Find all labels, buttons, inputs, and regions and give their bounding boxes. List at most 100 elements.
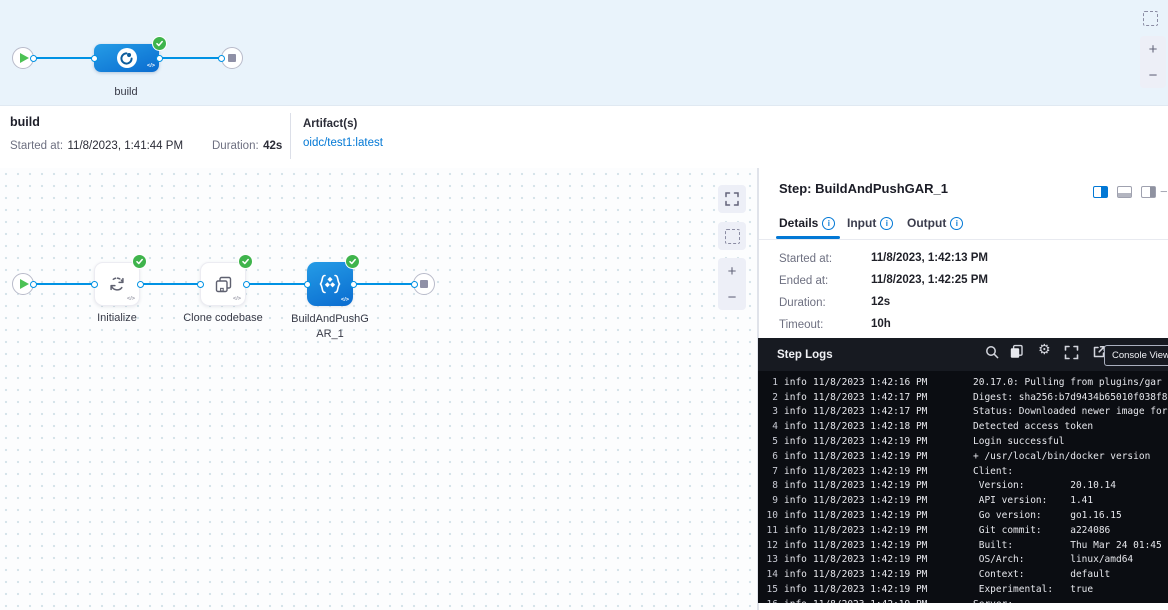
build-stage-icon bbox=[117, 48, 137, 68]
step-node-clone-codebase[interactable]: </> bbox=[200, 262, 246, 306]
success-check-icon bbox=[132, 254, 147, 269]
stage-label: build bbox=[86, 86, 166, 98]
step-panel-title: Step: BuildAndPushGAR_1 bbox=[779, 181, 948, 196]
copy-icon bbox=[1009, 344, 1024, 359]
detail-label: Timeout: bbox=[779, 319, 823, 331]
fullscreen-icon bbox=[725, 192, 739, 206]
stage-node-build[interactable]: </> bbox=[94, 44, 159, 72]
info-icon[interactable]: i bbox=[950, 217, 963, 230]
connector-line bbox=[353, 283, 414, 285]
zoom-controls: + − bbox=[718, 258, 746, 310]
connector-port bbox=[30, 55, 37, 62]
connector-line bbox=[33, 283, 94, 285]
step-logs-console[interactable]: 1info11/8/2023 1:42:16 PM20.17.0: Pullin… bbox=[758, 371, 1168, 603]
detail-value: 11/8/2023, 1:42:13 PM bbox=[871, 252, 988, 264]
detail-value: 11/8/2023, 1:42:25 PM bbox=[871, 274, 988, 286]
connector-port bbox=[91, 55, 98, 62]
copy-logs-button[interactable] bbox=[1009, 344, 1024, 359]
detail-label: Duration: bbox=[779, 297, 826, 309]
zoom-in-button[interactable]: + bbox=[728, 264, 737, 279]
layout-right-panel-button[interactable] bbox=[1093, 186, 1108, 198]
connector-port bbox=[218, 55, 225, 62]
log-line: 8info11/8/2023 1:42:19 PM Version: 20.10… bbox=[764, 479, 1168, 494]
search-logs-button[interactable] bbox=[985, 345, 999, 359]
connector-port bbox=[30, 281, 37, 288]
log-line: 15info11/8/2023 1:42:19 PM Experimental:… bbox=[764, 582, 1168, 597]
code-icon: </> bbox=[147, 63, 155, 69]
connector-port bbox=[411, 281, 418, 288]
marquee-icon bbox=[725, 229, 740, 244]
step-label-build-and-push-gar: BuildAndPushGAR_1 bbox=[288, 312, 372, 342]
log-line: 12info11/8/2023 1:42:19 PM Built: Thu Ma… bbox=[764, 538, 1168, 553]
stop-icon bbox=[228, 54, 236, 62]
stop-icon bbox=[420, 280, 428, 288]
log-line: 7info11/8/2023 1:42:19 PMClient: bbox=[764, 464, 1168, 479]
tab-input[interactable]: Input i bbox=[847, 216, 893, 230]
log-line: 3info11/8/2023 1:42:17 PMStatus: Downloa… bbox=[764, 405, 1168, 420]
step-node-build-and-push-gar[interactable]: </> bbox=[307, 262, 353, 306]
log-line: 2info11/8/2023 1:42:17 PMDigest: sha256:… bbox=[764, 390, 1168, 405]
tab-details[interactable]: Details i bbox=[779, 216, 835, 230]
log-line: 10info11/8/2023 1:42:19 PM Go version: g… bbox=[764, 508, 1168, 523]
log-line: 13info11/8/2023 1:42:19 PM OS/Arch: linu… bbox=[764, 553, 1168, 568]
log-line: 6info11/8/2023 1:42:19 PM+ /usr/local/bi… bbox=[764, 449, 1168, 464]
info-icon[interactable]: i bbox=[880, 217, 893, 230]
artifact-link[interactable]: oidc/test1:latest bbox=[303, 137, 383, 149]
connector-port bbox=[243, 281, 250, 288]
marquee-select-button[interactable] bbox=[1138, 6, 1162, 30]
log-line: 1info11/8/2023 1:42:16 PM20.17.0: Pullin… bbox=[764, 375, 1168, 390]
active-tab-underline bbox=[776, 236, 840, 239]
stage-info-title: build bbox=[10, 115, 40, 129]
execution-graph-canvas[interactable]: </> </> </> bbox=[0, 168, 758, 610]
zoom-out-button[interactable]: − bbox=[1149, 68, 1158, 83]
code-icon: </> bbox=[341, 297, 349, 303]
detail-label: Ended at: bbox=[779, 275, 828, 287]
detail-value: 12s bbox=[871, 296, 890, 308]
marquee-icon bbox=[1143, 11, 1158, 26]
gear-icon: ⚙ bbox=[1038, 343, 1051, 357]
fit-to-screen-button[interactable] bbox=[718, 185, 746, 213]
detail-label: Started at: bbox=[779, 253, 832, 265]
stage-duration: Duration: 42s bbox=[212, 136, 282, 154]
log-line: 16info11/8/2023 1:42:19 PMServer: bbox=[764, 597, 1168, 603]
play-icon bbox=[20, 279, 29, 289]
connector-line bbox=[246, 283, 307, 285]
zoom-in-button[interactable]: + bbox=[1149, 42, 1158, 57]
expand-logs-button[interactable] bbox=[1064, 345, 1079, 360]
sync-icon bbox=[107, 274, 127, 294]
artifacts-label: Artifact(s) bbox=[303, 118, 357, 130]
layout-side-panel-button[interactable] bbox=[1141, 186, 1156, 198]
step-label-initialize: Initialize bbox=[77, 312, 157, 324]
step-label-clone-codebase: Clone codebase bbox=[163, 312, 283, 324]
connector-port bbox=[156, 55, 163, 62]
stage-started-at: Started at: 11/8/2023, 1:41:44 PM bbox=[10, 136, 183, 154]
connector-port bbox=[91, 281, 98, 288]
log-settings-button[interactable]: ⚙ bbox=[1038, 343, 1051, 357]
divider bbox=[759, 239, 1168, 240]
connector-line bbox=[33, 57, 94, 59]
search-icon bbox=[985, 345, 999, 359]
layout-bottom-panel-button[interactable] bbox=[1117, 186, 1132, 198]
success-check-icon bbox=[238, 254, 253, 269]
stage-info-bar: build Started at: 11/8/2023, 1:41:44 PM … bbox=[0, 106, 1168, 169]
log-line: 4info11/8/2023 1:42:18 PMDetected access… bbox=[764, 419, 1168, 434]
zoom-out-button[interactable]: − bbox=[728, 290, 737, 305]
success-check-icon bbox=[345, 254, 360, 269]
connector-port bbox=[197, 281, 204, 288]
step-node-initialize[interactable]: </> bbox=[94, 262, 140, 306]
detail-value: 10h bbox=[871, 318, 891, 330]
log-line: 11info11/8/2023 1:42:19 PM Git commit: a… bbox=[764, 523, 1168, 538]
play-icon bbox=[20, 53, 29, 63]
gar-icon bbox=[317, 272, 343, 296]
code-icon: </> bbox=[127, 296, 135, 302]
divider bbox=[290, 113, 291, 159]
console-view-button[interactable]: Console View bbox=[1104, 345, 1168, 366]
marquee-select-button[interactable] bbox=[718, 222, 746, 250]
connector-port bbox=[137, 281, 144, 288]
info-icon[interactable]: i bbox=[822, 217, 835, 230]
collapse-panel-button[interactable]: − bbox=[1160, 185, 1168, 198]
log-line: 9info11/8/2023 1:42:19 PM API version: 1… bbox=[764, 493, 1168, 508]
tab-output[interactable]: Output i bbox=[907, 216, 963, 230]
stage-graph-band: </> build + − bbox=[0, 0, 1168, 106]
zoom-controls: + − bbox=[1140, 36, 1166, 88]
